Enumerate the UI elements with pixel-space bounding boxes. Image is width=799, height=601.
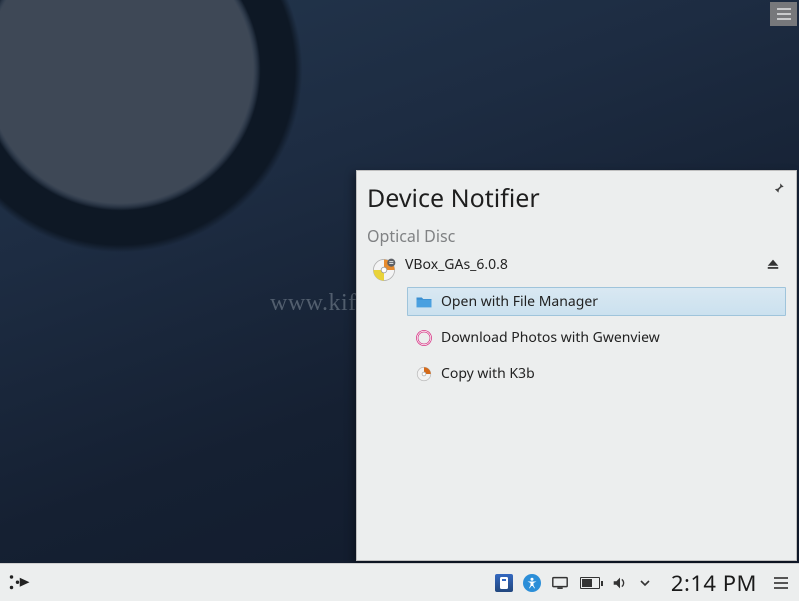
volume-icon: [611, 574, 629, 592]
taskbar: 2:14 PM: [0, 563, 799, 601]
device-notifier-tray-icon[interactable]: [495, 574, 513, 592]
hamburger-icon: [777, 13, 791, 15]
device-name: VBox_GAs_6.0.8: [405, 253, 758, 274]
pin-button[interactable]: [770, 179, 788, 197]
action-open-file-manager[interactable]: Open with File Manager: [407, 287, 786, 316]
pin-icon: [772, 181, 786, 195]
panel-toolbox-button[interactable]: [769, 568, 793, 598]
accessibility-icon: [526, 577, 538, 589]
notifier-title: Device Notifier: [367, 181, 786, 215]
hamburger-icon: [774, 582, 788, 584]
eject-icon: [766, 257, 780, 271]
device-category: Optical Disc: [367, 225, 786, 247]
file-manager-icon: [415, 293, 433, 311]
action-copy-k3b[interactable]: Copy with K3b: [407, 359, 786, 388]
action-label: Open with File Manager: [441, 292, 598, 311]
optical-disc-icon: [371, 257, 397, 283]
battery-icon: [580, 577, 600, 589]
k3b-icon: [415, 365, 433, 383]
battery-tray-icon[interactable]: [579, 574, 601, 592]
accessibility-tray-icon[interactable]: [523, 574, 541, 592]
application-launcher-icon: [7, 571, 31, 595]
application-launcher[interactable]: [4, 568, 34, 598]
tray-expand-button[interactable]: [639, 577, 651, 589]
display-icon: [551, 574, 569, 592]
chevron-down-icon: [639, 577, 651, 589]
system-tray: [495, 574, 651, 592]
display-tray-icon[interactable]: [551, 574, 569, 592]
desktop-toolbox-button[interactable]: [770, 2, 797, 26]
device-actions: Open with File Manager Download Photos w…: [407, 287, 786, 388]
clock[interactable]: 2:14 PM: [671, 568, 757, 598]
action-download-gwenview[interactable]: Download Photos with Gwenview: [407, 323, 786, 352]
device-notifier-popup: Device Notifier Optical Disc VBox_GAs_6.…: [356, 170, 797, 561]
volume-tray-icon[interactable]: [611, 574, 629, 592]
device-row[interactable]: VBox_GAs_6.0.8: [371, 253, 786, 283]
action-label: Copy with K3b: [441, 364, 535, 383]
gwenview-icon: [415, 329, 433, 347]
eject-button[interactable]: [766, 257, 780, 271]
action-label: Download Photos with Gwenview: [441, 328, 660, 347]
